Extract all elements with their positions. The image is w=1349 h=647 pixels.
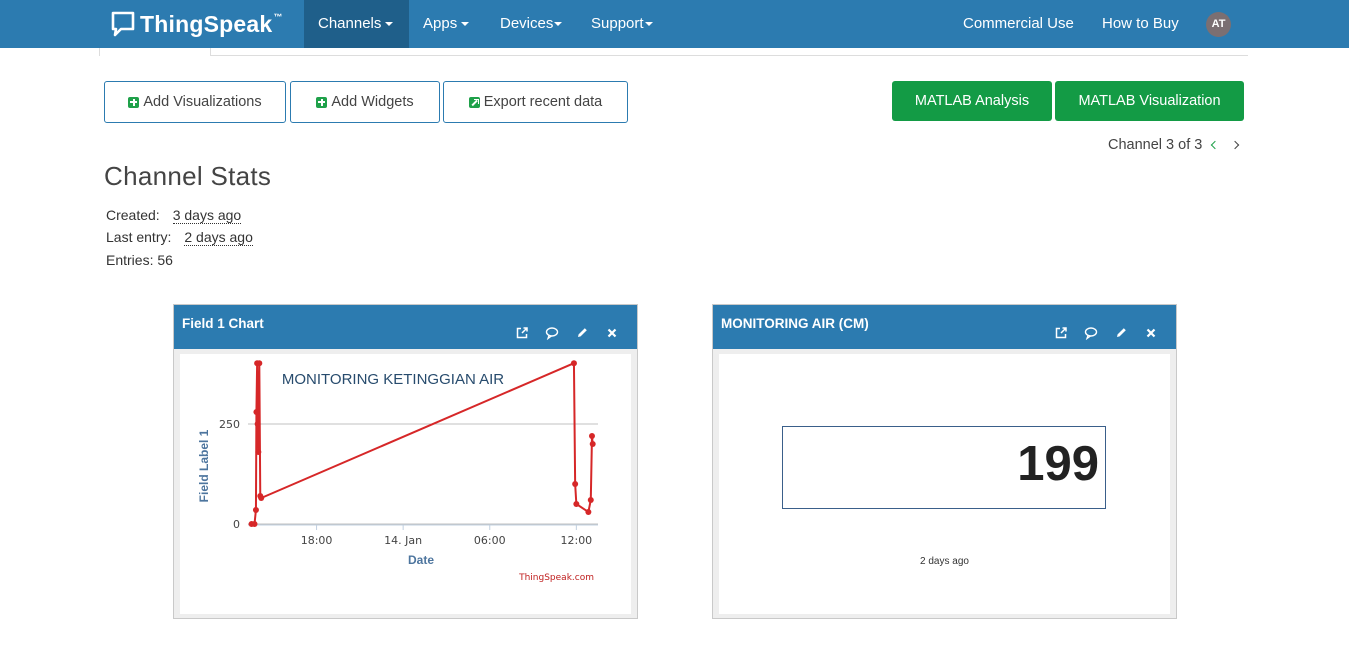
data-point — [587, 497, 594, 503]
stat-created: Created: 3 days ago — [106, 207, 242, 224]
speech-bubble-icon — [111, 11, 135, 37]
x-axis-label: Date — [408, 553, 434, 567]
chevron-down-icon — [461, 22, 470, 27]
panel-title: MONITORING AIR (CM) — [721, 316, 869, 331]
channel-pager: Channel 3 of 3 — [1108, 137, 1240, 153]
data-point — [585, 509, 592, 515]
pager-label: Channel 3 of 3 — [1108, 137, 1203, 153]
export-recent-data-button[interactable]: Export recent data — [443, 81, 628, 123]
nav-apps[interactable]: Apps — [409, 0, 483, 48]
close-icon[interactable] — [605, 317, 619, 338]
brand-logo[interactable]: ThingSpeak ™ — [111, 8, 282, 40]
pencil-icon[interactable] — [1114, 317, 1128, 337]
nav-support-label: Support — [591, 15, 644, 32]
data-point — [254, 421, 261, 427]
tab-divider — [210, 55, 1248, 56]
data-point — [258, 495, 265, 501]
page-title: Channel Stats — [104, 161, 272, 191]
comment-icon[interactable] — [545, 317, 559, 341]
nav-support[interactable]: Support — [577, 0, 667, 48]
nav-channels[interactable]: Channels — [304, 0, 409, 48]
plus-square-icon — [128, 96, 140, 108]
export-recent-data-label: Export recent data — [483, 94, 603, 110]
numeric-display: 199 — [782, 426, 1106, 509]
data-point — [253, 409, 260, 415]
data-point — [573, 501, 580, 507]
nav-devices-label: Devices — [500, 15, 554, 32]
tab-stub — [99, 48, 211, 56]
brand-trademark: ™ — [273, 12, 283, 22]
y-tick-label: 0 — [233, 518, 240, 531]
display-timestamp: 2 days ago — [920, 556, 969, 567]
y-tick-label: 250 — [219, 418, 240, 431]
data-point — [252, 507, 259, 513]
data-point — [572, 481, 579, 487]
panel-header: MONITORING AIR (CM) — [713, 305, 1176, 349]
chart-title: MONITORING KETINGGIAN AIR — [282, 371, 504, 388]
chart-area: MONITORING KETINGGIAN AIR 0 250 18:00 14. Ja… — [180, 354, 631, 614]
stat-last-entry: Last entry: 2 days ago — [106, 229, 253, 246]
nav-devices[interactable]: Devices — [486, 0, 576, 48]
panel-header: Field 1 Chart — [174, 305, 637, 349]
panel-title: Field 1 Chart — [182, 316, 264, 331]
x-tick-label: 12:00 — [560, 534, 592, 547]
stat-last-entry-value: 2 days ago — [184, 229, 253, 246]
x-tick-label: 06:00 — [474, 534, 506, 547]
chevron-down-icon — [644, 22, 653, 27]
display-value: 199 — [1017, 437, 1099, 491]
avatar[interactable]: AT — [1206, 12, 1231, 37]
top-navbar: ThingSpeak ™ Channels Apps Devices Suppo… — [0, 0, 1349, 48]
comment-icon[interactable] — [1084, 317, 1098, 341]
matlab-visualization-button[interactable]: MATLAB Visualization — [1055, 81, 1244, 121]
close-icon[interactable] — [1144, 317, 1158, 338]
y-axis-label: Field Label 1 — [197, 429, 211, 502]
data-point — [251, 521, 258, 527]
add-widgets-label: Add Widgets — [331, 94, 414, 110]
add-widgets-button[interactable]: Add Widgets — [290, 81, 440, 123]
external-link-icon[interactable] — [1054, 317, 1068, 339]
chevron-right-icon[interactable] — [1231, 140, 1240, 150]
chevron-down-icon — [385, 22, 394, 27]
stat-created-value: 3 days ago — [172, 207, 242, 224]
nav-commercial-use[interactable]: Commercial Use — [949, 0, 1088, 48]
stat-created-label: Created: — [106, 207, 160, 223]
external-link-icon — [468, 96, 480, 108]
x-tick-label: 18:00 — [301, 534, 333, 547]
brand-name: ThingSpeak — [140, 10, 273, 37]
external-link-icon[interactable] — [515, 317, 529, 339]
plus-square-icon — [316, 96, 328, 108]
data-point — [255, 449, 262, 455]
stat-last-entry-label: Last entry: — [106, 229, 172, 245]
pencil-icon[interactable] — [575, 317, 589, 337]
stat-entries: Entries: 56 — [106, 252, 173, 268]
nav-apps-label: Apps — [423, 15, 458, 32]
add-visualizations-button[interactable]: Add Visualizations — [104, 81, 286, 123]
data-point — [588, 433, 595, 439]
matlab-analysis-button[interactable]: MATLAB Analysis — [892, 81, 1052, 121]
data-point — [256, 360, 263, 367]
chevron-down-icon — [554, 22, 563, 27]
chevron-left-icon[interactable] — [1211, 140, 1220, 150]
nav-channels-label: Channels — [318, 15, 382, 32]
monitoring-air-panel: MONITORING AIR (CM) 199 2 days ago — [712, 304, 1177, 619]
field-1-chart-panel: Field 1 Chart MONITORING KETINGGIAN AIR 0… — [173, 304, 638, 619]
data-point — [570, 360, 577, 367]
nav-how-to-buy[interactable]: How to Buy — [1088, 0, 1193, 48]
add-visualizations-label: Add Visualizations — [143, 94, 262, 110]
field-1-chart: MONITORING KETINGGIAN AIR 0 250 18:00 14. Ja… — [197, 360, 598, 583]
data-point — [589, 441, 596, 447]
chart-credit: ThingSpeak.com — [518, 573, 594, 583]
numeric-display-area: 199 2 days ago — [719, 354, 1170, 614]
x-tick-label: 14. Jan — [384, 534, 422, 547]
